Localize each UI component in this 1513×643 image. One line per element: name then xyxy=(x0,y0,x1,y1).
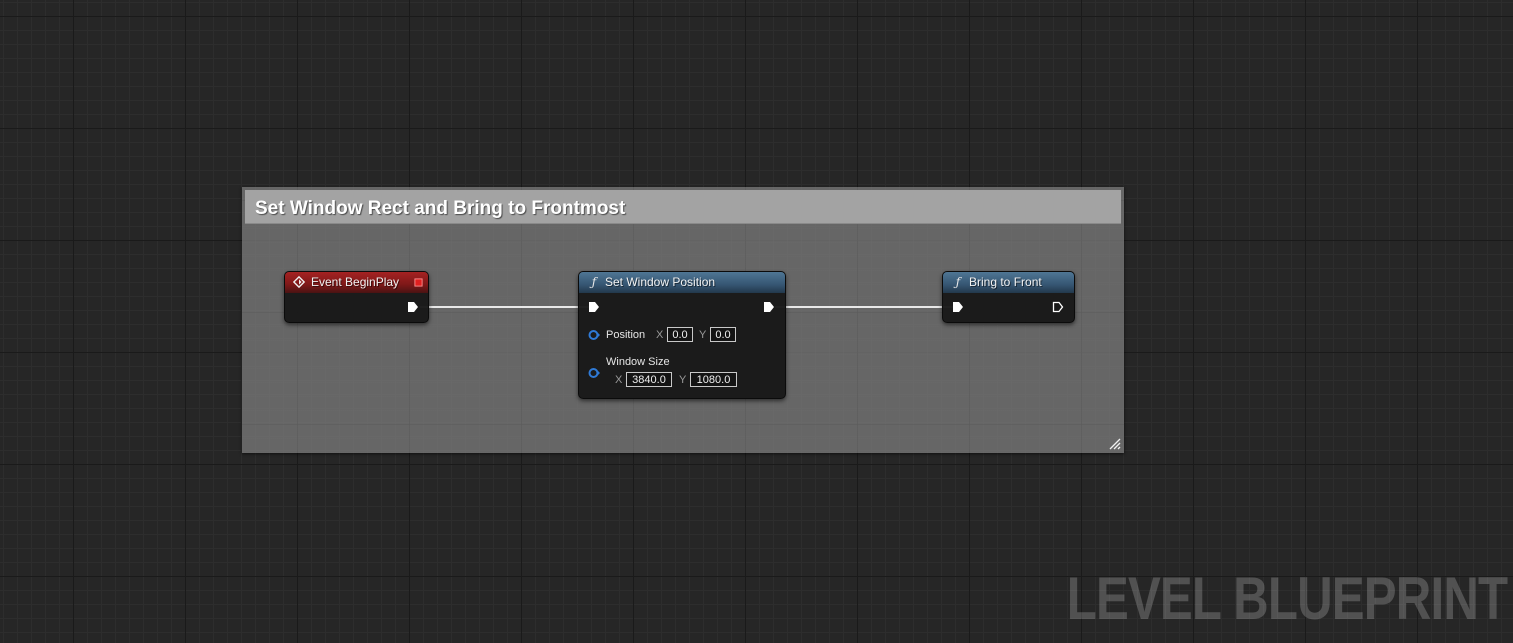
window-size-y-field[interactable]: 1080.0 xyxy=(690,372,737,387)
exec-wire-setwindowposition-to-bringtofront[interactable] xyxy=(775,306,955,308)
exec-in-pin-icon[interactable] xyxy=(952,301,964,313)
bring-to-front-header[interactable]: ƒ Bring to Front xyxy=(943,272,1074,293)
window-size-y-axis-label: Y xyxy=(679,374,687,386)
bring-to-front-title: Bring to Front xyxy=(969,275,1042,289)
event-beginplay-node[interactable]: Event BeginPlay xyxy=(284,271,429,323)
position-y-field[interactable]: 0.0 xyxy=(710,327,736,342)
level-blueprint-watermark: LEVEL BLUEPRINT xyxy=(1066,565,1507,632)
position-label: Position xyxy=(606,329,646,341)
window-size-label: Window Size xyxy=(606,356,670,368)
set-window-position-title: Set Window Position xyxy=(605,275,716,289)
exec-in-pin-icon[interactable] xyxy=(588,301,600,313)
set-window-position-header[interactable]: ƒ Set Window Position xyxy=(579,272,785,293)
comment-header[interactable]: Set Window Rect and Bring to Frontmost xyxy=(245,190,1121,224)
position-x-field[interactable]: 0.0 xyxy=(667,327,693,342)
bring-to-front-node[interactable]: ƒ Bring to Front xyxy=(942,271,1075,323)
position-y-axis-label: Y xyxy=(699,329,707,341)
vector2d-pin-icon[interactable] xyxy=(588,329,600,341)
delegate-square-icon[interactable] xyxy=(414,278,423,287)
exec-out-pin-empty-icon[interactable] xyxy=(1052,301,1064,313)
event-beginplay-title: Event BeginPlay xyxy=(311,275,400,289)
vector2d-pin-icon[interactable] xyxy=(588,367,600,379)
resize-grip-icon[interactable] xyxy=(1109,438,1121,450)
window-size-x-field[interactable]: 3840.0 xyxy=(626,372,672,387)
exec-out-pin-icon[interactable] xyxy=(763,301,775,313)
function-f-icon: ƒ xyxy=(591,275,597,289)
window-size-x-axis-label: X xyxy=(615,374,623,386)
exec-out-pin-icon[interactable] xyxy=(407,301,419,313)
set-window-position-node[interactable]: ƒ Set Window Position Position X 0.0 Y 0… xyxy=(578,271,786,399)
event-diamond-icon xyxy=(293,275,305,289)
function-f-icon: ƒ xyxy=(955,275,961,289)
exec-wire-beginplay-to-setwindowposition[interactable] xyxy=(420,306,590,308)
event-beginplay-header[interactable]: Event BeginPlay xyxy=(285,272,428,293)
position-x-axis-label: X xyxy=(656,329,664,341)
comment-title[interactable]: Set Window Rect and Bring to Frontmost xyxy=(255,198,625,220)
